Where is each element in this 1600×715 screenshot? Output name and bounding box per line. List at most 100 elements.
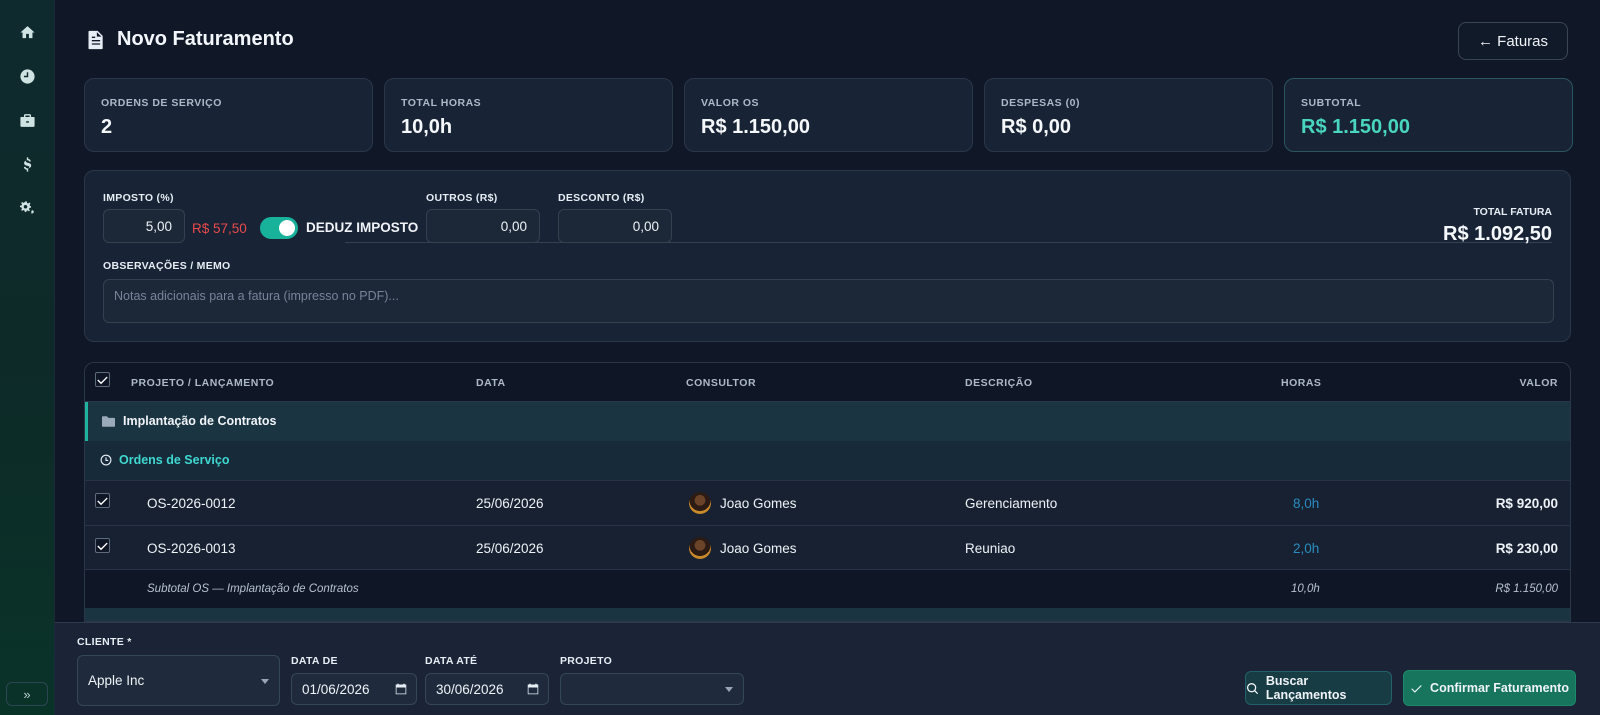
- invoice-settings-panel: IMPOSTO (%) 5,00 R$ 57,50 DEDUZ IMPOSTO …: [84, 170, 1571, 342]
- card-label: SUBTOTAL: [1301, 97, 1362, 109]
- sidebar: »: [0, 0, 55, 715]
- page-header: Novo Faturamento: [87, 28, 294, 51]
- card-value: 2: [101, 116, 113, 138]
- discount-label: DESCONTO (R$): [558, 192, 645, 204]
- calendar-icon[interactable]: [395, 683, 407, 695]
- card-value: R$ 1.150,00: [1301, 116, 1410, 138]
- card-service-orders: ORDENS DE SERVIÇO 2: [84, 78, 373, 152]
- row-description: Reuniao: [965, 541, 1016, 556]
- row-value: R$ 920,00: [1495, 496, 1558, 511]
- card-value: 10,0h: [401, 116, 453, 138]
- row-checkbox[interactable]: [95, 493, 110, 508]
- document-icon: [88, 30, 103, 49]
- memo-label: OBSERVAÇÕES / MEMO: [103, 260, 231, 272]
- table-row[interactable]: OS-2026-0013 25/06/2026 Joao Gomes Reuni…: [85, 525, 1570, 570]
- search-icon: [1246, 682, 1259, 694]
- card-label: VALOR OS: [701, 97, 760, 109]
- check-icon: [97, 542, 108, 551]
- project-group-label: Implantação de Contratos: [123, 414, 277, 428]
- card-label: DESPESAS (0): [1001, 97, 1080, 109]
- others-label: OUTROS (R$): [426, 192, 498, 204]
- tax-amount: R$ 57,50: [192, 221, 247, 236]
- chevron-down-icon: [725, 687, 733, 692]
- avatar: [689, 537, 711, 559]
- folder-icon: [102, 416, 115, 427]
- subgroup-label: Ordens de Serviço: [119, 453, 230, 467]
- total-invoice-label: TOTAL FATURA: [1473, 206, 1552, 218]
- date-from-value: 01/06/2026: [302, 681, 370, 697]
- row-date: 25/06/2026: [476, 496, 544, 511]
- confirm-button-label: Confirmar Faturamento: [1430, 681, 1569, 695]
- chevron-down-icon: [261, 678, 269, 684]
- th-description: DESCRIÇÃO: [965, 377, 1033, 389]
- others-input[interactable]: 0,00: [426, 209, 540, 243]
- row-code: OS-2026-0013: [147, 541, 236, 556]
- row-date: 25/06/2026: [476, 541, 544, 556]
- page-title: Novo Faturamento: [117, 28, 294, 50]
- table-row[interactable]: OS-2026-0012 25/06/2026 Joao Gomes Geren…: [85, 480, 1570, 525]
- deduct-tax-label: DEDUZ IMPOSTO: [306, 220, 419, 235]
- summary-cards: ORDENS DE SERVIÇO 2 TOTAL HORAS 10,0h VA…: [84, 78, 1573, 152]
- card-value: R$ 1.150,00: [701, 116, 810, 138]
- total-invoice-value: R$ 1.092,50: [1443, 223, 1552, 245]
- home-icon[interactable]: [16, 21, 38, 43]
- date-to-value: 30/06/2026: [436, 681, 504, 697]
- confirm-invoice-button[interactable]: Confirmar Faturamento: [1403, 670, 1576, 706]
- row-code: OS-2026-0012: [147, 496, 236, 511]
- expand-sidebar-button[interactable]: »: [6, 682, 48, 706]
- briefcase-icon[interactable]: [16, 109, 38, 131]
- clock-icon: [100, 454, 112, 466]
- deduct-tax-toggle[interactable]: [260, 217, 298, 239]
- client-value: Apple Inc: [88, 673, 145, 688]
- subtotal-row: Subtotal OS — Implantação de Contratos 1…: [85, 569, 1570, 608]
- th-project: PROJETO / LANÇAMENTO: [131, 377, 275, 389]
- project-group-row[interactable]: Implantação de Contratos: [85, 402, 1570, 441]
- row-consultant: Joao Gomes: [720, 496, 797, 511]
- row-checkbox[interactable]: [95, 538, 110, 553]
- date-to-label: DATA ATÉ: [425, 655, 478, 667]
- card-label: TOTAL HORAS: [401, 97, 482, 109]
- project-label: PROJETO: [560, 655, 613, 667]
- search-entries-button[interactable]: Buscar Lançamentos: [1245, 671, 1392, 705]
- filter-bar: CLIENTE * Apple Inc DATA DE 01/06/2026 D…: [55, 622, 1600, 715]
- card-total-hours: TOTAL HORAS 10,0h: [384, 78, 673, 152]
- th-consultant: CONSULTOR: [686, 377, 757, 389]
- th-hours: HORAS: [1281, 377, 1322, 389]
- card-expenses: DESPESAS (0) R$ 0,00: [984, 78, 1273, 152]
- main-content: Novo Faturamento ← Faturas ORDENS DE SER…: [55, 0, 1600, 715]
- row-hours: 2,0h: [1293, 541, 1320, 556]
- card-subtotal: SUBTOTAL R$ 1.150,00: [1284, 78, 1573, 152]
- discount-input[interactable]: 0,00: [558, 209, 672, 243]
- date-from-input[interactable]: 01/06/2026: [291, 673, 417, 705]
- subtotal-label: Subtotal OS — Implantação de Contratos: [147, 583, 359, 595]
- select-all-checkbox[interactable]: [95, 372, 110, 387]
- card-os-value: VALOR OS R$ 1.150,00: [684, 78, 973, 152]
- subtotal-value: R$ 1.150,00: [1495, 583, 1558, 595]
- date-from-label: DATA DE: [291, 655, 338, 667]
- avatar: [689, 492, 711, 514]
- row-consultant: Joao Gomes: [720, 541, 797, 556]
- tax-input[interactable]: 5,00: [103, 209, 185, 243]
- client-label: CLIENTE *: [77, 636, 132, 648]
- date-to-input[interactable]: 30/06/2026: [425, 673, 549, 705]
- row-description: Gerenciamento: [965, 496, 1058, 511]
- th-date: DATA: [476, 377, 506, 389]
- dollar-icon[interactable]: [16, 153, 38, 175]
- calendar-icon[interactable]: [527, 683, 539, 695]
- memo-textarea[interactable]: Notas adicionais para a fatura (impresso…: [103, 279, 1554, 323]
- subtotal-hours: 10,0h: [1291, 583, 1320, 595]
- check-icon: [97, 376, 108, 385]
- cogs-icon[interactable]: [16, 197, 38, 219]
- check-icon: [1411, 684, 1422, 693]
- th-value: VALOR: [1519, 377, 1558, 389]
- row-value: R$ 230,00: [1495, 541, 1558, 556]
- card-label: ORDENS DE SERVIÇO: [101, 97, 222, 109]
- clock-icon[interactable]: [16, 65, 38, 87]
- card-value: R$ 0,00: [1001, 116, 1072, 138]
- client-select[interactable]: Apple Inc: [77, 655, 280, 706]
- tax-label: IMPOSTO (%): [103, 192, 174, 204]
- back-to-invoices-button[interactable]: ← Faturas: [1458, 22, 1568, 60]
- next-group-row: [85, 608, 1570, 621]
- check-icon: [97, 497, 108, 506]
- project-select[interactable]: [560, 673, 744, 705]
